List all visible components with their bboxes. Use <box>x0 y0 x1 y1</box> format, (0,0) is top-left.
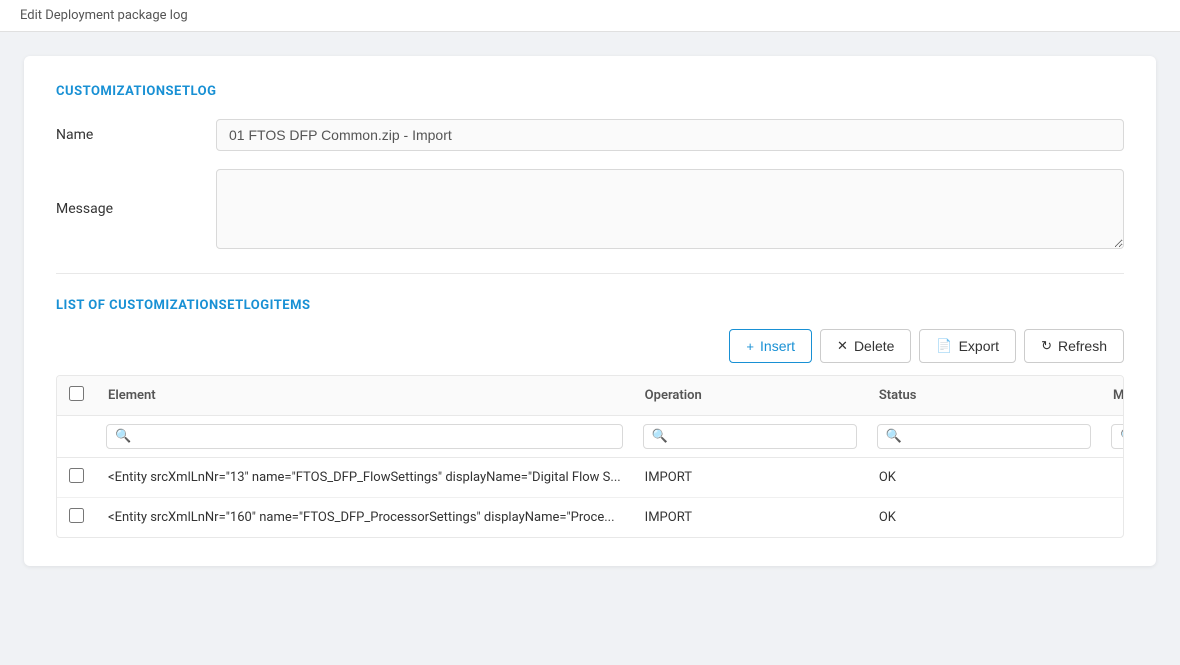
row-element: <Entity srcXmlLnNr="13" name="FTOS_DFP_F… <box>96 458 633 498</box>
list-section-title: LIST OF CUSTOMIZATIONSETLOGITEMS <box>56 298 1124 313</box>
list-toolbar: + Insert ✕ Delete 📄 Export ↻ Refresh <box>56 329 1124 363</box>
page-breadcrumb: Edit Deployment package log <box>0 0 1180 32</box>
message-row: Message <box>56 169 1124 249</box>
row-status: OK <box>867 458 1101 498</box>
search-filter-row: 🔍 🔍 🔍 <box>57 416 1124 458</box>
delete-button[interactable]: ✕ Delete <box>820 329 911 363</box>
th-status: Status <box>867 376 1101 416</box>
export-button[interactable]: 📄 Export <box>919 329 1016 363</box>
th-message: Message <box>1101 376 1124 416</box>
element-search-wrap: 🔍 <box>106 424 623 449</box>
form-section-title: CUSTOMIZATIONSETLOG <box>56 84 1124 99</box>
main-card: CUSTOMIZATIONSETLOG Name Message LIST OF… <box>24 56 1156 566</box>
refresh-icon: ↻ <box>1041 338 1052 354</box>
items-table-wrapper: Element Operation Status Message <box>56 375 1124 538</box>
operation-search-input[interactable] <box>672 429 848 444</box>
row-element: <Entity srcXmlLnNr="160" name="FTOS_DFP_… <box>96 498 633 538</box>
items-table: Element Operation Status Message <box>57 376 1124 537</box>
row-checkbox[interactable] <box>69 468 84 483</box>
element-search-icon: 🔍 <box>115 429 131 444</box>
table-header-row: Element Operation Status Message <box>57 376 1124 416</box>
search-operation-cell: 🔍 <box>633 416 867 458</box>
row-checkbox-cell <box>57 458 96 498</box>
row-checkbox[interactable] <box>69 508 84 523</box>
operation-search-icon: 🔍 <box>652 429 668 444</box>
plus-icon: + <box>746 339 754 354</box>
row-status: OK <box>867 498 1101 538</box>
row-message <box>1101 498 1124 538</box>
status-search-wrap: 🔍 <box>877 424 1091 449</box>
message-textarea[interactable] <box>216 169 1124 249</box>
message-search-wrap: 🔍 <box>1111 424 1124 449</box>
row-operation: IMPORT <box>633 498 867 538</box>
th-checkbox <box>57 376 96 416</box>
cross-icon: ✕ <box>837 338 848 354</box>
row-message <box>1101 458 1124 498</box>
table-row: <Entity srcXmlLnNr="13" name="FTOS_DFP_F… <box>57 458 1124 498</box>
search-status-cell: 🔍 <box>867 416 1101 458</box>
status-search-icon: 🔍 <box>886 429 902 444</box>
search-message-cell: 🔍 <box>1101 416 1124 458</box>
operation-search-wrap: 🔍 <box>643 424 857 449</box>
search-element-cell: 🔍 <box>96 416 633 458</box>
status-search-input[interactable] <box>906 429 1082 444</box>
row-checkbox-cell <box>57 498 96 538</box>
message-label: Message <box>56 201 216 217</box>
message-search-icon: 🔍 <box>1120 429 1124 444</box>
insert-button[interactable]: + Insert <box>729 329 812 363</box>
name-input[interactable] <box>216 119 1124 151</box>
select-all-checkbox[interactable] <box>69 386 84 401</box>
name-row: Name <box>56 119 1124 151</box>
export-icon: 📄 <box>936 338 952 354</box>
search-checkbox-cell <box>57 416 96 458</box>
th-element: Element <box>96 376 633 416</box>
element-search-input[interactable] <box>135 429 613 444</box>
section-divider <box>56 273 1124 274</box>
row-operation: IMPORT <box>633 458 867 498</box>
table-row: <Entity srcXmlLnNr="160" name="FTOS_DFP_… <box>57 498 1124 538</box>
refresh-button[interactable]: ↻ Refresh <box>1024 329 1124 363</box>
th-operation: Operation <box>633 376 867 416</box>
name-label: Name <box>56 127 216 143</box>
